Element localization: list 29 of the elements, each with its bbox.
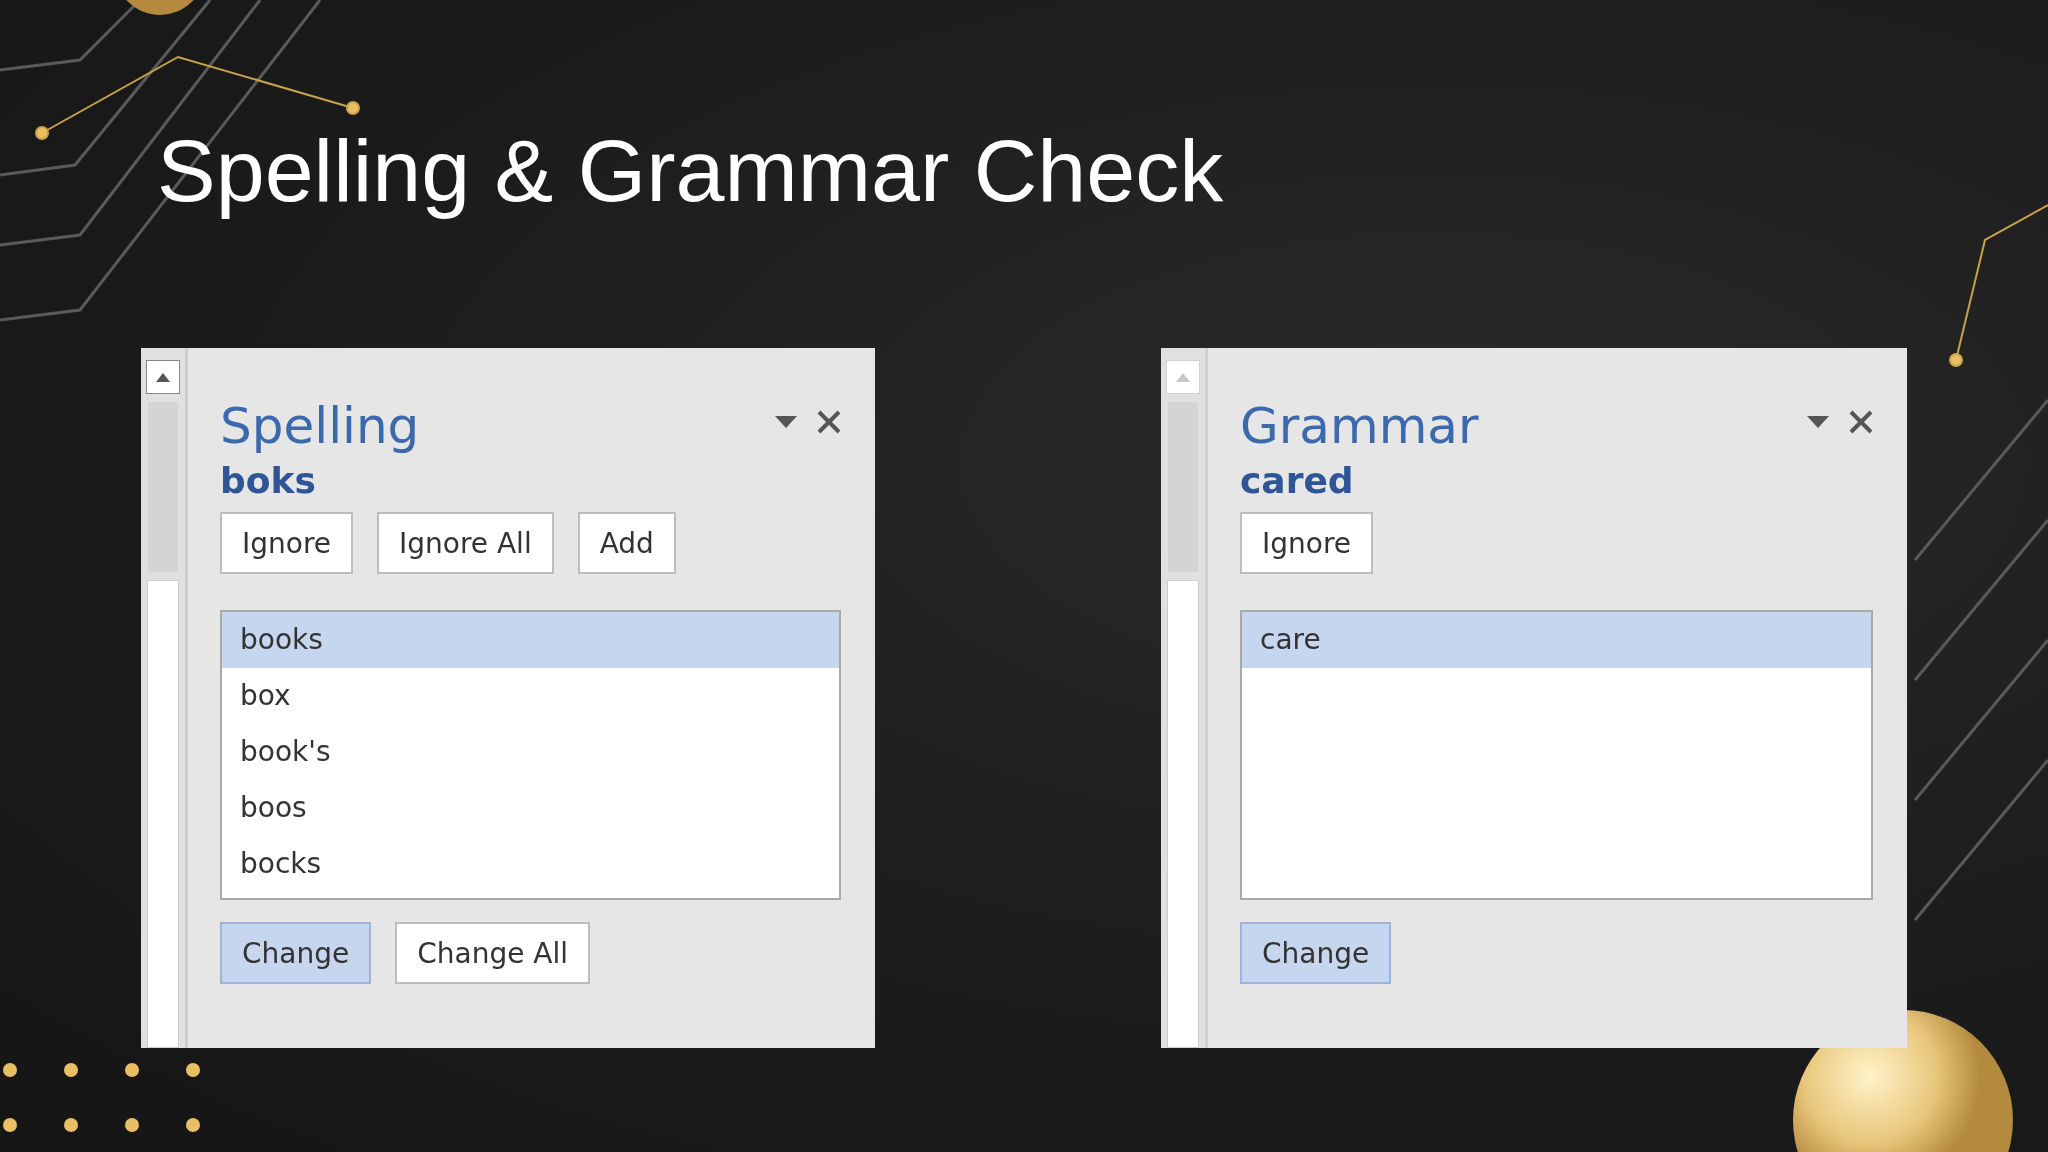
action-button[interactable]: Add	[577, 512, 676, 574]
up-arrow-icon	[156, 372, 170, 382]
suggestion-list[interactable]: care	[1240, 610, 1873, 900]
flagged-word: cared	[1240, 459, 1355, 503]
suggestion-list[interactable]: books box book's boos bocks	[220, 610, 841, 900]
dropdown-caret-icon[interactable]	[775, 416, 797, 428]
action-button[interactable]: Ignore All	[377, 512, 554, 574]
suggestion-item[interactable]: bocks	[222, 836, 839, 892]
scroll-track[interactable]	[147, 580, 179, 1048]
suggestion-item[interactable]: care	[1242, 612, 1871, 668]
scroll-up-button[interactable]	[146, 360, 180, 394]
close-icon[interactable]	[817, 410, 841, 434]
pane-heading: Spelling	[220, 396, 420, 457]
up-arrow-icon	[1176, 372, 1190, 382]
suggestion-item[interactable]: book's	[222, 724, 839, 780]
change-button[interactable]: Change	[220, 922, 372, 984]
dropdown-caret-icon[interactable]	[1807, 416, 1829, 428]
suggestion-item[interactable]: box	[222, 668, 839, 724]
slide-title: Spelling & Grammar Check	[156, 120, 1225, 222]
action-button[interactable]: Ignore	[1240, 512, 1374, 574]
suggestion-item[interactable]: books	[222, 612, 839, 668]
suggestion-item[interactable]: boos	[222, 780, 839, 836]
change-button[interactable]: Change All	[395, 922, 591, 984]
pane-heading: Grammar	[1240, 396, 1479, 457]
flagged-word: boks	[220, 459, 317, 503]
scroll-track[interactable]	[1167, 580, 1199, 1048]
action-button[interactable]: Ignore	[220, 512, 354, 574]
change-button[interactable]: Change	[1240, 922, 1392, 984]
close-icon[interactable]	[1849, 410, 1873, 434]
